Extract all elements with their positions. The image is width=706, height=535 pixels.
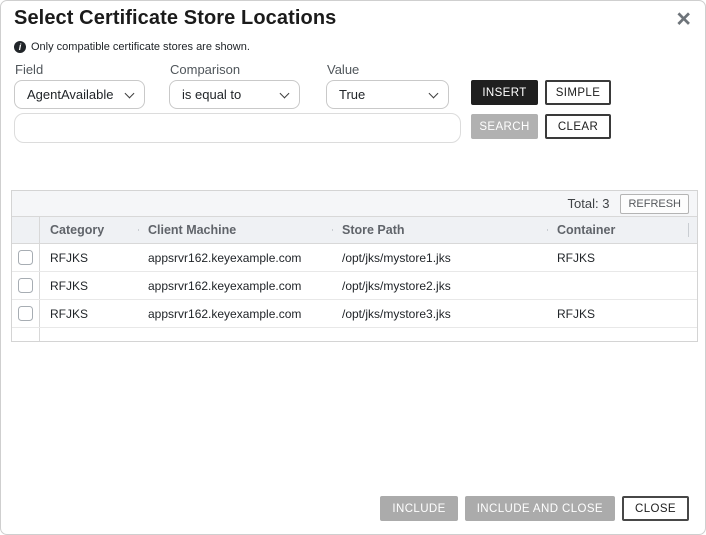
search-input[interactable] xyxy=(14,113,461,143)
close-button[interactable]: CLOSE xyxy=(622,496,689,521)
include-and-close-button[interactable]: INCLUDE AND CLOSE xyxy=(465,496,615,521)
clear-button[interactable]: CLEAR xyxy=(545,114,611,139)
filter-group-value: Value True xyxy=(326,62,449,109)
table-topbar: Total: 3 REFRESH xyxy=(12,191,697,217)
value-label: Value xyxy=(327,62,449,77)
cell-store-path: /opt/jks/mystore2.jks xyxy=(332,279,547,293)
value-select[interactable]: True xyxy=(326,80,449,109)
filter-group-comparison: Comparison is equal to xyxy=(169,62,300,109)
certificate-store-table: Total: 3 REFRESH Category Client Machine… xyxy=(11,190,698,342)
header-checkbox-column xyxy=(12,217,40,243)
row-checkbox[interactable] xyxy=(18,250,33,265)
insert-button[interactable]: INSERT xyxy=(471,80,538,105)
cell-client-machine: appsrvr162.keyexample.com xyxy=(138,279,332,293)
column-header-store-path: Store Path xyxy=(332,223,547,237)
search-button[interactable]: SEARCH xyxy=(471,114,538,139)
close-icon[interactable]: × xyxy=(676,4,691,34)
column-header-spacer xyxy=(688,217,697,243)
info-banner: i Only compatible certificate stores are… xyxy=(14,41,250,53)
table-row: RFJKS appsrvr162.keyexample.com /opt/jks… xyxy=(12,244,697,272)
cell-container: RFJKS xyxy=(547,251,688,265)
simple-button[interactable]: SIMPLE xyxy=(545,80,611,105)
filter-group-field: Field AgentAvailable xyxy=(14,62,145,109)
table-row: RFJKS appsrvr162.keyexample.com /opt/jks… xyxy=(12,272,697,300)
field-select[interactable]: AgentAvailable xyxy=(14,80,145,109)
column-header-container: Container xyxy=(547,223,688,237)
table-row: RFJKS appsrvr162.keyexample.com /opt/jks… xyxy=(12,300,697,328)
page-title: Select Certificate Store Locations xyxy=(14,7,336,30)
row-checkbox[interactable] xyxy=(18,306,33,321)
cell-client-machine: appsrvr162.keyexample.com xyxy=(138,251,332,265)
comparison-select[interactable]: is equal to xyxy=(169,80,300,109)
column-header-client-machine: Client Machine xyxy=(138,223,332,237)
refresh-button[interactable]: REFRESH xyxy=(620,194,689,214)
cell-store-path: /opt/jks/mystore3.jks xyxy=(332,307,547,321)
include-button[interactable]: INCLUDE xyxy=(380,496,457,521)
info-icon: i xyxy=(14,41,26,53)
table-header-row: Category Client Machine Store Path Conta… xyxy=(12,217,697,244)
info-text: Only compatible certificate stores are s… xyxy=(31,41,250,53)
column-header-category: Category xyxy=(40,223,138,237)
cell-category: RFJKS xyxy=(40,279,138,293)
cell-container: RFJKS xyxy=(547,307,688,321)
cell-client-machine: appsrvr162.keyexample.com xyxy=(138,307,332,321)
table-empty-area xyxy=(12,328,697,341)
select-certificate-store-locations-dialog: Select Certificate Store Locations × i O… xyxy=(0,0,706,535)
dialog-footer: INCLUDE INCLUDE AND CLOSE CLOSE xyxy=(380,496,689,521)
field-label: Field xyxy=(15,62,145,77)
total-count: Total: 3 xyxy=(568,196,610,211)
cell-category: RFJKS xyxy=(40,251,138,265)
cell-store-path: /opt/jks/mystore1.jks xyxy=(332,251,547,265)
comparison-label: Comparison xyxy=(170,62,300,77)
cell-category: RFJKS xyxy=(40,307,138,321)
row-checkbox[interactable] xyxy=(18,278,33,293)
